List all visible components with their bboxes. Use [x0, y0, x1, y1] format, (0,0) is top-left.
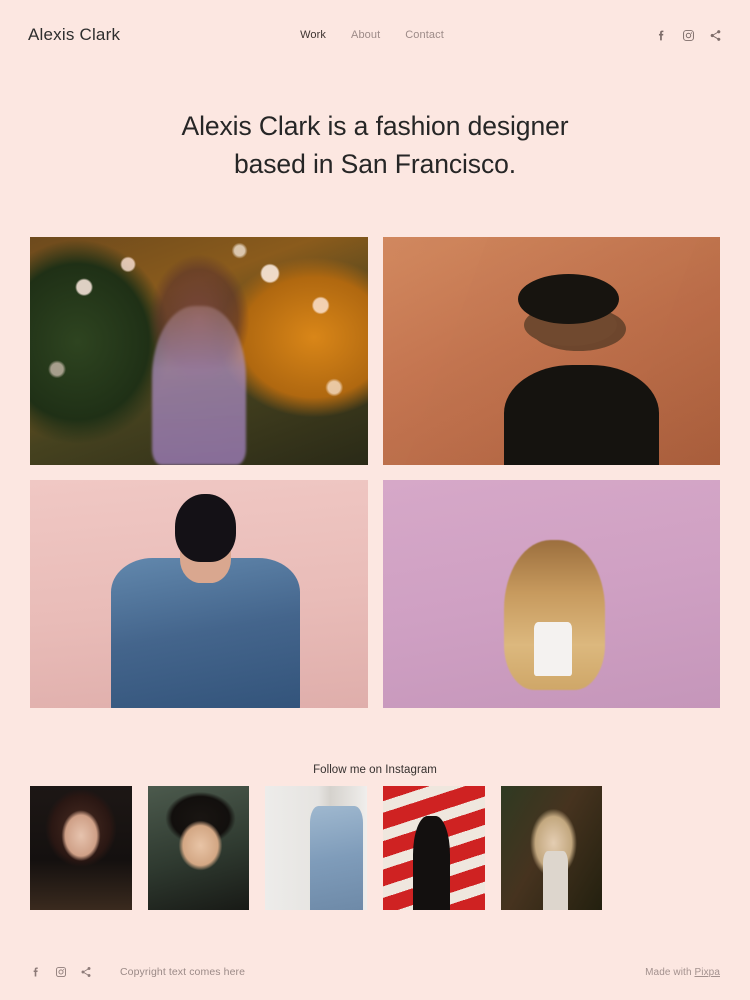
site-footer: Copyright text comes here Made with Pixp…: [0, 944, 750, 1000]
instagram-thumbnail[interactable]: [30, 786, 132, 911]
instagram-thumbnail-strip: [0, 786, 750, 911]
instagram-icon[interactable]: [682, 29, 695, 42]
instagram-thumbnail[interactable]: [500, 786, 603, 911]
instagram-heading: Follow me on Instagram: [313, 764, 437, 777]
gallery-item[interactable]: [382, 480, 720, 709]
pixpa-link[interactable]: Pixpa: [694, 967, 720, 978]
main-navigation: Work About Contact: [300, 29, 444, 41]
instagram-image-denim-hallway: [265, 786, 367, 911]
hero-title-line-1: Alexis Clark is a fashion designer: [181, 111, 569, 141]
facebook-icon[interactable]: [655, 29, 668, 42]
instagram-image-dark-portrait: [30, 786, 132, 911]
hero-section: Alexis Clark is a fashion designer based…: [0, 70, 750, 183]
instagram-icon[interactable]: [55, 966, 67, 978]
instagram-section: Follow me on Instagram: [0, 764, 750, 911]
header-social-links: [655, 29, 722, 42]
instagram-thumbnail[interactable]: [265, 786, 367, 911]
made-with-credit: Made with Pixpa: [645, 967, 720, 978]
gallery-item[interactable]: [382, 237, 720, 466]
instagram-thumbnail[interactable]: [382, 786, 485, 911]
gallery-item[interactable]: [30, 237, 368, 466]
nav-item-work[interactable]: Work: [300, 29, 326, 41]
instagram-image-young-man: [147, 786, 250, 911]
portfolio-gallery: [30, 237, 720, 709]
page-title: Alexis Clark is a fashion designer based…: [60, 108, 690, 183]
page-root: Alexis Clark Work About Contact Alexis C…: [0, 0, 750, 1000]
gallery-image-hat-man: [382, 237, 720, 466]
facebook-icon[interactable]: [30, 966, 42, 978]
nav-item-contact[interactable]: Contact: [405, 29, 444, 41]
copyright-text: Copyright text comes here: [120, 966, 246, 978]
gallery-image-blonde-woman: [382, 480, 720, 709]
gallery-item[interactable]: [30, 480, 368, 709]
gallery-image-blossom-portrait: [30, 237, 368, 466]
gallery-image-denim-woman: [30, 480, 368, 709]
instagram-image-red-stripes: [382, 786, 485, 911]
footer-social-links: [30, 966, 92, 978]
hero-title-line-2: based in San Francisco.: [234, 148, 516, 179]
share-icon[interactable]: [80, 966, 92, 978]
share-icon[interactable]: [709, 29, 722, 42]
nav-item-about[interactable]: About: [351, 29, 380, 41]
instagram-thumbnail[interactable]: [147, 786, 250, 911]
site-header: Alexis Clark Work About Contact: [0, 0, 750, 70]
site-logo[interactable]: Alexis Clark: [28, 25, 120, 45]
made-with-prefix: Made with: [645, 966, 695, 978]
instagram-image-forest-blonde: [500, 786, 603, 911]
